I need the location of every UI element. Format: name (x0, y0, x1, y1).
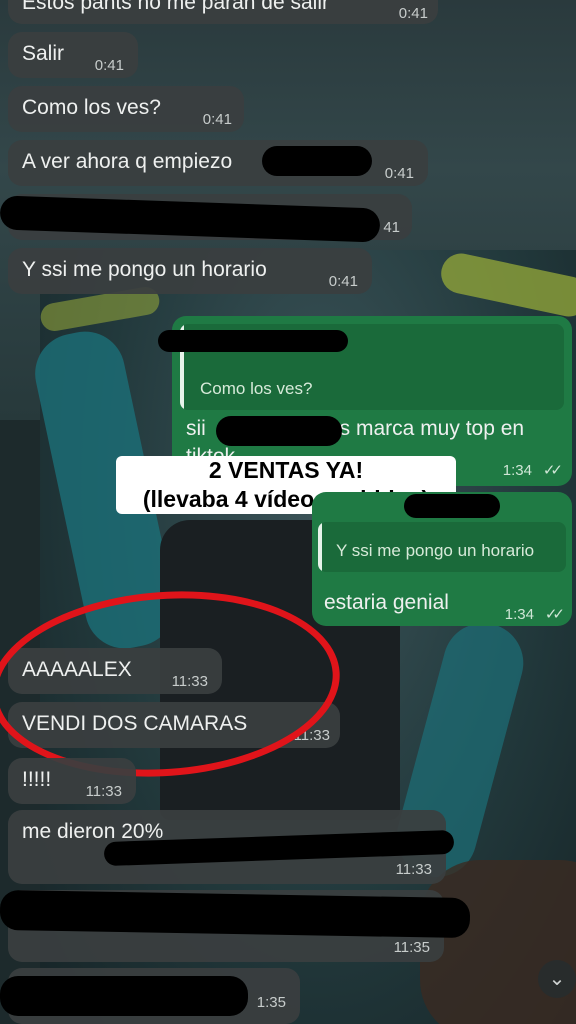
message-text: Estos pants no me paran de salir (22, 0, 330, 14)
redaction-scribble (404, 494, 500, 518)
message-time: 0:41 (328, 273, 358, 290)
message-text: sii (186, 417, 206, 440)
redaction-scribble (158, 330, 348, 352)
redaction-scribble (0, 976, 248, 1016)
message-time: 1:34 (504, 606, 534, 623)
message-bubble[interactable]: Salir 0:41 (8, 32, 138, 78)
read-ticks-icon: ✓✓ (544, 606, 565, 623)
message-time: 0:41 (384, 165, 414, 182)
caption-line-1: 2 VENTAS YA! (208, 457, 364, 483)
scroll-down-button[interactable]: ⌄ (538, 960, 576, 998)
chevron-down-icon: ⌄ (548, 968, 566, 990)
redaction-scribble (0, 889, 471, 939)
message-time: 11:33 (395, 861, 432, 878)
message-time: 1:34 (502, 462, 532, 479)
message-text: Como los ves? (22, 96, 161, 119)
message-time: 1:35 (256, 994, 286, 1011)
message-text: A ver ahora q empiezo (22, 150, 233, 173)
message-time: 11:35 (393, 939, 430, 956)
message-time: 41 (383, 219, 400, 236)
message-text: !!!!! (22, 768, 52, 791)
redaction-scribble (262, 146, 372, 176)
message-bubble[interactable]: !!!!! 11:33 (8, 758, 136, 804)
message-bubble[interactable]: Estos pants no me paran de salir 0:41 (8, 0, 438, 24)
message-bubble[interactable]: Como los ves? 0:41 (8, 86, 244, 132)
message-time: 0:41 (202, 111, 232, 128)
quoted-message[interactable]: Y ssi me pongo un horario (318, 522, 566, 572)
message-time: 0:41 (94, 57, 124, 74)
message-text: Salir (22, 42, 65, 65)
message-time: 0:41 (398, 5, 428, 22)
message-text: es marca muy top en (328, 417, 525, 440)
message-text: estaria genial (324, 591, 449, 614)
message-text: Y ssi me pongo un horario (22, 258, 267, 281)
message-bubble[interactable]: Y ssi me pongo un horario 0:41 (8, 248, 372, 294)
message-time: 11:33 (85, 783, 122, 800)
redaction-scribble (216, 416, 342, 446)
quoted-text: Como los ves? (200, 379, 313, 398)
read-ticks-icon: ✓✓ (542, 462, 563, 479)
quoted-text: Y ssi me pongo un horario (336, 541, 535, 560)
